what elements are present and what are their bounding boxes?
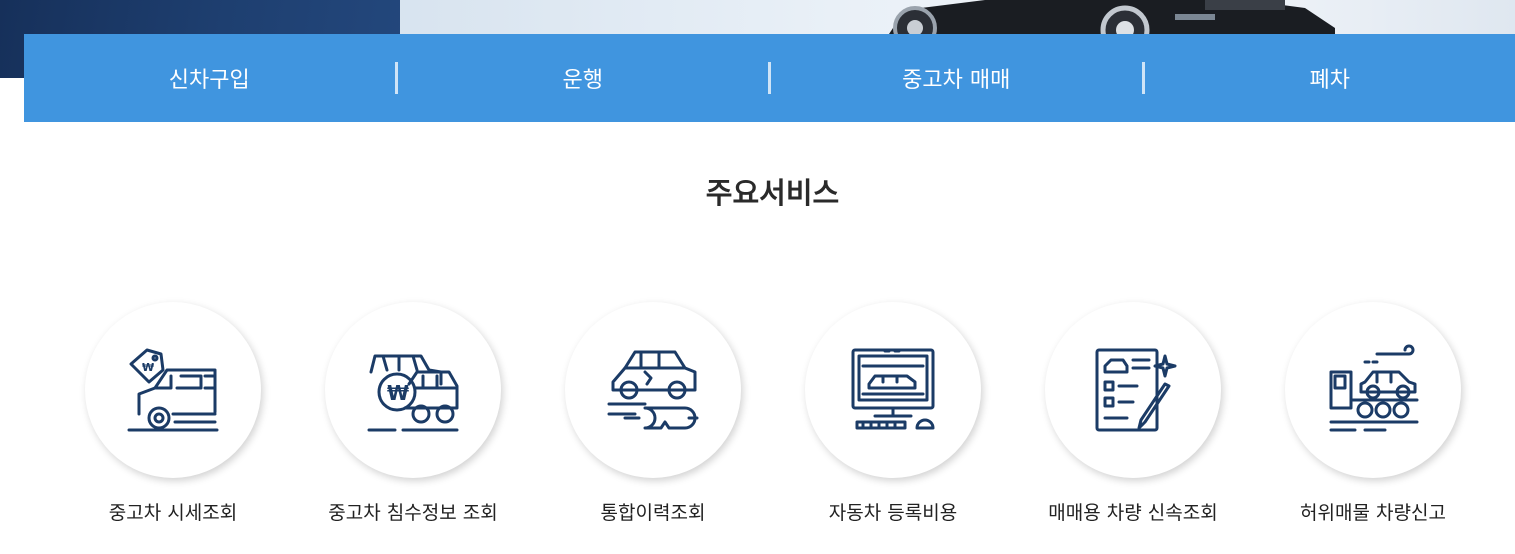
service-label: 중고차 시세조회 — [108, 502, 238, 524]
service-registration-cost[interactable]: 자동차 등록비용 — [773, 302, 1013, 525]
nav-label: 중고차 매매 — [902, 68, 1011, 93]
nav-label: 운행 — [562, 68, 603, 93]
service-icon-circle: ₩ — [325, 302, 501, 478]
service-integrated-history[interactable]: 통합이력조회 — [533, 302, 773, 525]
service-quick-lookup[interactable]: 매매용 차량 신속조회 — [1013, 302, 1253, 525]
section-title: 주요서비스 — [705, 176, 840, 210]
nav-item-driving[interactable]: 운행 — [398, 62, 769, 94]
service-label: 중고차 침수정보 조회 — [328, 502, 498, 524]
svg-text:₩: ₩ — [387, 381, 409, 405]
nav-label: 폐차 — [1309, 68, 1350, 93]
nav-item-new-car[interactable]: 신차구입 — [24, 62, 395, 94]
car-repair-history-icon — [607, 350, 699, 430]
service-false-listing-report[interactable]: 허위매물 차량신고 — [1253, 302, 1493, 525]
document-pen-icon — [1095, 348, 1177, 432]
nav-label: 신차구입 — [168, 68, 250, 93]
flooded-car-won-icon: ₩ — [367, 354, 459, 432]
nav-item-scrap[interactable]: 폐차 — [1145, 62, 1515, 94]
service-icon-circle: ₩ — [85, 302, 261, 478]
service-icon-circle — [565, 302, 741, 478]
nav-item-used-car-trade[interactable]: 중고차 매매 — [771, 62, 1142, 94]
service-icon-circle — [805, 302, 981, 478]
service-icon-circle — [1285, 302, 1461, 478]
service-flood-info[interactable]: ₩ 중고차 침수정보 조회 — [293, 302, 533, 525]
car-price-tag-icon: ₩ — [127, 348, 219, 432]
service-label: 허위매물 차량신고 — [1300, 502, 1446, 524]
service-icon-circle — [1045, 302, 1221, 478]
service-label: 통합이력조회 — [600, 502, 706, 524]
service-label: 매매용 차량 신속조회 — [1048, 502, 1218, 524]
computer-car-icon — [851, 348, 935, 430]
tow-truck-icon — [1329, 344, 1419, 432]
service-label: 자동차 등록비용 — [828, 502, 958, 524]
svg-text:₩: ₩ — [142, 361, 154, 374]
top-nav: 신차구입 운행 중고차 매매 폐차 — [24, 34, 1515, 122]
service-used-car-price[interactable]: ₩ 중고차 시세조회 — [53, 302, 293, 525]
